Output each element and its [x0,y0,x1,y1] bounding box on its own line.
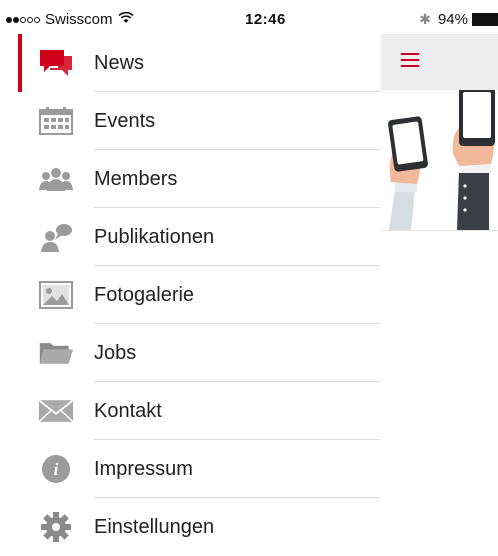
menu-item-fotogalerie[interactable]: Fotogalerie [18,266,380,324]
menu-item-events[interactable]: Events [18,92,380,150]
bluetooth-icon: ✱ [419,11,431,27]
signal-strength-icon [6,16,41,23]
main-content-panel [381,34,498,539]
menu-item-news[interactable]: News [18,34,380,92]
calendar-icon [38,105,74,137]
side-menu: News Events Members Publikationen Fotoga… [18,34,380,542]
menu-item-label: Impressum [94,458,193,480]
menu-item-kontakt[interactable]: Kontakt [18,382,380,440]
active-indicator [18,34,22,92]
menu-item-label: Jobs [94,342,137,364]
svg-text:i: i [54,460,59,479]
chat-bubbles-icon [38,47,74,79]
person-speech-icon [38,221,74,253]
info-icon: i [38,453,74,485]
menu-item-publikationen[interactable]: Publikationen [18,208,380,266]
main-header [381,34,498,90]
photo-gallery-icon [38,279,74,311]
menu-item-label: Einstellungen [94,516,215,538]
menu-item-label: Kontakt [94,400,162,422]
hero-illustration [381,90,498,231]
battery-icon [472,13,498,26]
menu-item-label: Fotogalerie [94,284,195,306]
status-right: ✱ 94% [419,11,498,28]
hand-with-phone-left-illustration [388,116,428,230]
battery-percent: 94% [437,11,468,28]
menu-item-label: Publikationen [94,226,215,248]
envelope-icon [38,395,74,427]
clock: 12:46 [245,11,286,28]
menu-item-jobs[interactable]: Jobs [18,324,380,382]
status-left: Swisscom [6,11,134,28]
status-bar: Swisscom 12:46 ✱ 94% [0,0,498,34]
menu-item-label: News [94,52,145,74]
folder-icon [38,337,74,369]
menu-item-einstellungen[interactable]: Einstellungen [18,498,380,556]
hand-with-phone-right-illustration [452,90,495,230]
menu-item-label: Members [94,168,178,190]
carrier-name: Swisscom [45,11,113,28]
people-group-icon [38,163,74,195]
wifi-icon [117,11,134,28]
menu-item-impressum[interactable]: i Impressum [18,440,380,498]
menu-item-members[interactable]: Members [18,150,380,208]
hamburger-menu-icon[interactable] [401,53,419,67]
menu-item-label: Events [94,110,156,132]
gear-icon [38,511,74,543]
